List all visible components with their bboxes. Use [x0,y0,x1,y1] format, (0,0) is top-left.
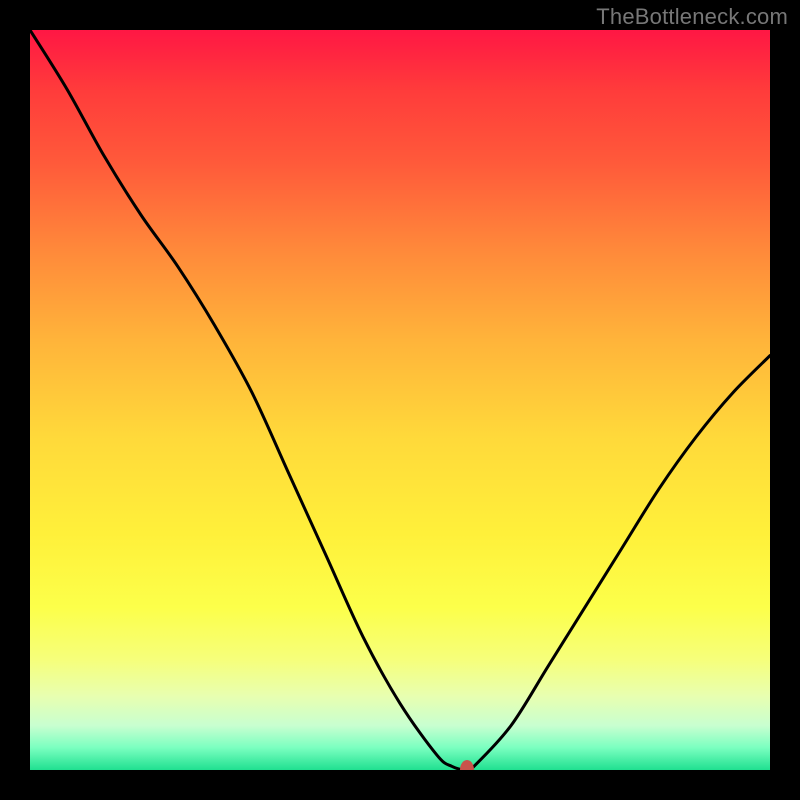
chart-curve [30,30,770,770]
watermark-text: TheBottleneck.com [596,4,788,30]
chart-plot-area [30,30,770,770]
